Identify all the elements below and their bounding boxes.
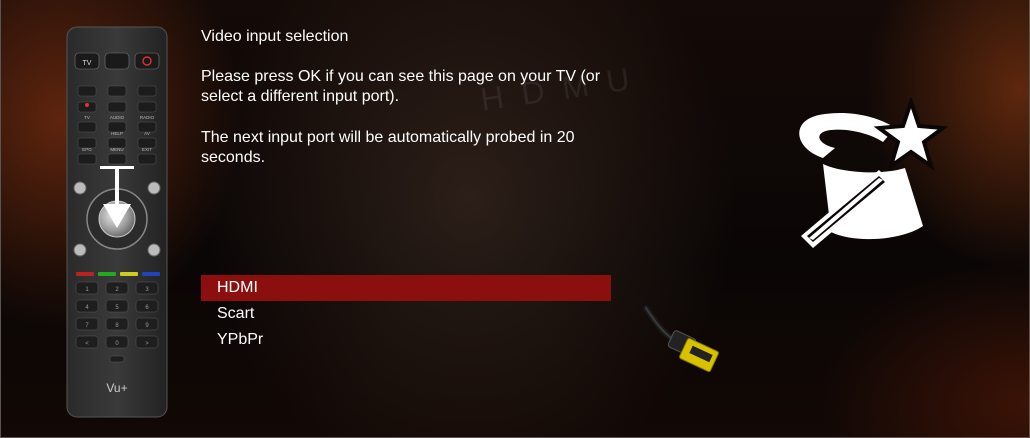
svg-text:>: > — [145, 341, 149, 347]
magic-hat-wand-icon — [799, 98, 949, 248]
menu-item-hdmi[interactable]: HDMI — [201, 275, 611, 301]
remote-exit-label: EXIT — [142, 147, 152, 152]
remote-audio-label: AUDIO — [110, 115, 125, 120]
remote-epg-label: EPG — [82, 147, 92, 152]
remote-control-image: TV TV AUDIO RADIO HELP AV EPG MENU EXIT — [66, 26, 168, 418]
input-port-list: HDMI Scart YPbPr — [201, 275, 611, 353]
menu-item-scart[interactable]: Scart — [201, 301, 611, 327]
remote-tv2-label: TV — [84, 115, 90, 120]
remote-brand-logo: Vu+ — [106, 381, 127, 395]
remote-av-label: AV — [144, 131, 150, 136]
instruction-text: Please press OK if you can see this page… — [201, 68, 601, 105]
svg-text:<: < — [85, 341, 89, 347]
remote-help-label: HELP — [111, 131, 123, 136]
frame-left-border — [0, 0, 1, 438]
hdmi-cable-icon — [643, 305, 719, 372]
remote-menu-label: MENU — [110, 147, 123, 152]
remote-tv-label: TV — [83, 60, 92, 67]
page-title: Video input selection — [201, 28, 349, 45]
countdown-text: The next input port will be automaticall… — [201, 129, 575, 166]
menu-item-ypbpr[interactable]: YPbPr — [201, 327, 611, 353]
remote-radio-label: RADIO — [140, 115, 155, 120]
